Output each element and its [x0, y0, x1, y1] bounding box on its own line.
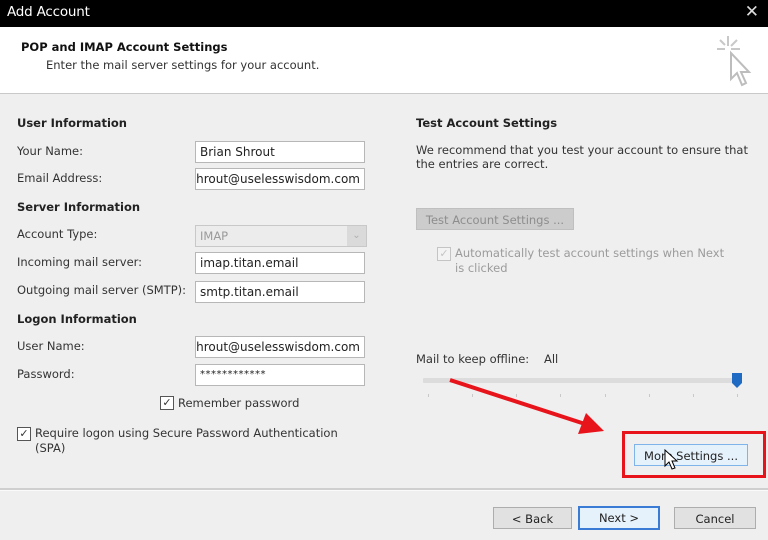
- slider-tick: [737, 394, 738, 397]
- logon-information-heading: Logon Information: [17, 312, 137, 326]
- user-name-input[interactable]: bshrout@uselesswisdom.com: [195, 336, 365, 358]
- email-address-value: bshrout@uselesswisdom.com: [195, 172, 360, 186]
- mail-offline-value: All: [544, 352, 559, 366]
- chevron-down-icon: ⌄: [347, 226, 366, 246]
- slider-tick: [604, 394, 606, 397]
- annotation-arrow-shaft: [449, 378, 586, 426]
- password-label: Password:: [17, 367, 75, 381]
- server-information-heading: Server Information: [17, 200, 141, 214]
- spa-label-line2: (SPA): [35, 441, 66, 455]
- test-account-settings-button[interactable]: Test Account Settings ...: [416, 208, 574, 230]
- remember-password-label: Remember password: [178, 396, 300, 410]
- mail-offline-slider-thumb[interactable]: [732, 373, 742, 388]
- dialog-header: POP and IMAP Account Settings Enter the …: [0, 27, 768, 94]
- title-bar: Add Account ✕: [0, 0, 768, 27]
- cancel-button[interactable]: Cancel: [674, 507, 756, 529]
- user-information-heading: User Information: [17, 116, 127, 130]
- auto-test-checkbox[interactable]: ✓: [437, 247, 451, 261]
- user-name-value: bshrout@uselesswisdom.com: [195, 340, 360, 354]
- email-address-label: Email Address:: [17, 171, 103, 185]
- auto-test-label-line1: Automatically test account settings when…: [455, 246, 725, 260]
- slider-tick: [648, 394, 650, 397]
- annotation-arrow-head: [578, 413, 604, 434]
- your-name-label: Your Name:: [17, 144, 84, 158]
- auto-test-label-line2: is clicked: [455, 261, 508, 275]
- back-button[interactable]: < Back: [493, 507, 572, 529]
- mail-offline-slider-track[interactable]: [423, 378, 741, 383]
- annotation-highlight-box: [622, 431, 766, 478]
- slider-tick: [516, 394, 518, 397]
- footer-divider: [0, 488, 768, 491]
- spa-label-line1: Require logon using Secure Password Auth…: [35, 426, 338, 440]
- password-input[interactable]: ************: [195, 364, 365, 386]
- close-icon[interactable]: ✕: [745, 2, 759, 22]
- mouse-cursor-icon: [664, 449, 679, 470]
- slider-tick: [692, 394, 694, 397]
- wizard-cursor-icon: [717, 36, 752, 87]
- page-subtitle: Enter the mail server settings for your …: [46, 58, 320, 72]
- outgoing-server-label: Outgoing mail server (SMTP):: [17, 283, 187, 297]
- remember-password-checkbox[interactable]: ✓: [160, 396, 174, 410]
- incoming-server-label: Incoming mail server:: [17, 255, 143, 269]
- outgoing-server-input[interactable]: smtp.titan.email: [195, 281, 365, 303]
- slider-tick: [472, 394, 474, 397]
- slider-tick: [560, 394, 562, 397]
- account-type-select[interactable]: IMAP ⌄: [195, 225, 367, 247]
- test-account-heading: Test Account Settings: [416, 116, 558, 130]
- account-type-label: Account Type:: [17, 227, 98, 241]
- window-title: Add Account: [7, 4, 90, 20]
- next-button[interactable]: Next >: [578, 506, 660, 530]
- account-type-value: IMAP: [200, 229, 229, 243]
- spa-checkbox[interactable]: ✓: [17, 427, 31, 441]
- email-address-input[interactable]: bshrout@uselesswisdom.com: [195, 168, 365, 190]
- page-title: POP and IMAP Account Settings: [21, 40, 228, 54]
- incoming-server-input[interactable]: imap.titan.email: [195, 252, 365, 274]
- test-description-line2: the entries are correct.: [416, 157, 549, 171]
- your-name-input[interactable]: Brian Shrout: [195, 141, 365, 163]
- user-name-label: User Name:: [17, 339, 85, 353]
- test-description-line1: We recommend that you test your account …: [416, 143, 748, 157]
- slider-tick: [428, 394, 429, 397]
- mail-offline-label: Mail to keep offline:: [416, 352, 530, 366]
